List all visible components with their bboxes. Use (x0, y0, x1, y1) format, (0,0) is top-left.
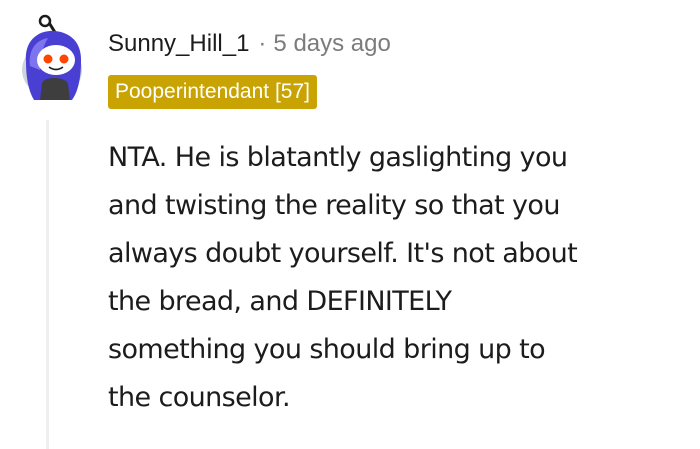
comment-timestamp[interactable]: 5 days ago (273, 29, 390, 59)
comment: Sunny_Hill_1 · 5 days ago Pooperintendan… (0, 0, 700, 449)
username-link[interactable]: Sunny_Hill_1 (108, 29, 249, 59)
user-flair-badge: Pooperintendant [57] (108, 75, 317, 109)
comment-meta: Sunny_Hill_1 · 5 days ago (108, 29, 391, 59)
user-avatar[interactable] (18, 14, 90, 101)
meta-separator: · (258, 30, 267, 57)
reddit-snoo-avatar-icon (22, 14, 82, 101)
thread-collapse-line[interactable] (46, 120, 49, 449)
comment-body: NTA. He is blatantly gaslighting you and… (108, 142, 578, 413)
